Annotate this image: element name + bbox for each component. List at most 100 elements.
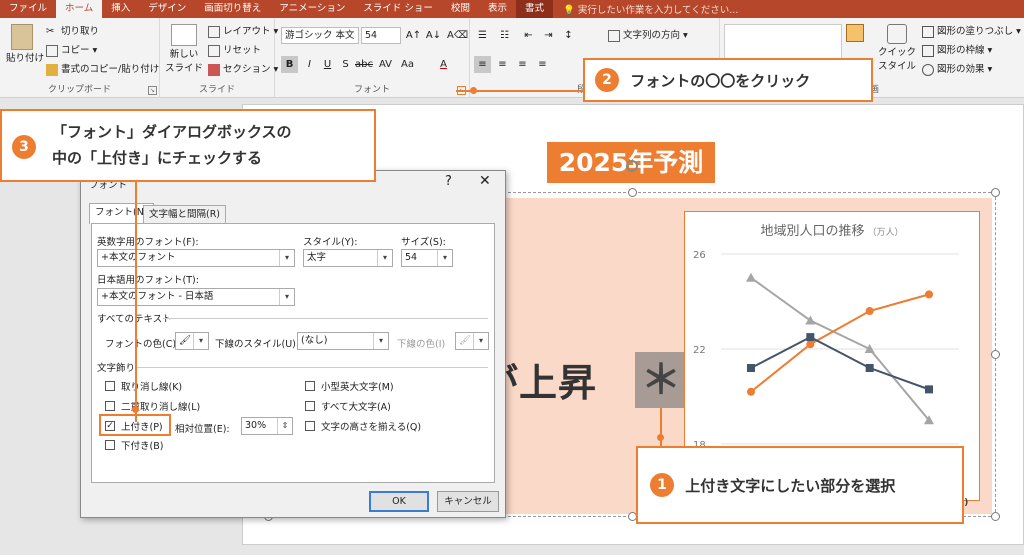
cut-button[interactable]: ✂ 切り取り (46, 23, 99, 38)
quick-styles-button[interactable]: クイック スタイル (876, 24, 918, 72)
tab-file[interactable]: ファイル (0, 0, 56, 18)
shape-effects-button[interactable]: 図形の効果 ▾ (922, 61, 992, 76)
italic-icon[interactable]: I (301, 56, 318, 73)
tab-design[interactable]: デザイン (139, 0, 195, 18)
bold-icon[interactable]: B (281, 56, 298, 73)
asian-font-select[interactable]: +本文のフォント - 日本語 ▾ (97, 288, 295, 306)
strikethrough-checkbox[interactable] (105, 381, 115, 391)
data-point (865, 307, 874, 315)
subscript-label: 下付き(B) (121, 441, 164, 452)
close-icon[interactable]: ✕ (479, 173, 491, 189)
format-painter-label: 書式のコピー/貼り付け (61, 64, 160, 75)
ok-button[interactable]: OK (369, 491, 429, 512)
reset-button[interactable]: リセット (208, 42, 261, 57)
underline-style-select[interactable]: (なし) ▾ (297, 332, 389, 350)
shrink-font-icon[interactable]: A↓ (425, 27, 442, 44)
spinner-icon: ⇕ (277, 418, 292, 434)
series-line-1 (750, 293, 930, 393)
effects-icon (922, 63, 934, 76)
paint-bucket-icon (922, 25, 934, 38)
data-point (746, 272, 756, 282)
small-caps-checkbox[interactable] (305, 381, 315, 391)
align-right-icon[interactable]: ≡ (514, 56, 531, 73)
clear-format-icon[interactable]: A⌫ (447, 27, 468, 44)
numbering-icon[interactable]: ☷ (496, 27, 513, 44)
layout-button[interactable]: レイアウト ▾ (208, 23, 278, 38)
paint-bucket-icon: 🖌 (459, 335, 472, 346)
format-painter-button[interactable]: 書式のコピー/貼り付け (46, 61, 159, 76)
shadow-icon[interactable]: S (337, 56, 354, 73)
new-slide-button[interactable]: 新しい スライド (164, 24, 204, 74)
tab-home[interactable]: ホーム (56, 0, 103, 18)
resize-handle-top[interactable] (628, 188, 637, 197)
tab-animations[interactable]: アニメーション (270, 0, 354, 18)
align-center-icon[interactable]: ≡ (494, 56, 511, 73)
strikethrough-icon[interactable]: abc (355, 56, 373, 73)
subscript-checkbox[interactable] (105, 440, 115, 450)
justify-icon[interactable]: ≡ (534, 56, 551, 73)
tab-view[interactable]: 表示 (479, 0, 516, 18)
increase-indent-icon[interactable]: ⇥ (540, 27, 557, 44)
align-left-icon[interactable]: ≡ (474, 56, 491, 73)
tab-format[interactable]: 書式 (515, 0, 553, 18)
text-direction-button[interactable]: 文字列の方向 ▾ (608, 27, 688, 42)
data-point (806, 333, 815, 342)
tab-transitions[interactable]: 画面切り替え (195, 0, 270, 18)
connector-line (660, 408, 662, 448)
quick-style-label-2: スタイル (877, 61, 916, 72)
section-icon (208, 63, 220, 76)
resize-handle-bottom-right[interactable] (991, 512, 1000, 521)
reset-icon (208, 44, 220, 57)
all-caps-label: すべて大文字(A) (321, 402, 391, 413)
clipboard-launcher-icon[interactable]: ↘ (148, 86, 157, 95)
double-strikethrough-checkbox[interactable] (105, 401, 115, 411)
shape-fill-button[interactable]: 図形の塗りつぶし ▾ (922, 23, 1021, 38)
tab-char-spacing[interactable]: 文字幅と間隔(R) (143, 205, 227, 223)
callout-text: フォントの〇〇をクリック (630, 71, 811, 90)
tab-slideshow[interactable]: スライド ショー (354, 0, 442, 18)
data-point (925, 385, 933, 394)
size-select[interactable]: 54 ▾ (401, 249, 453, 267)
resize-handle-right[interactable] (991, 350, 1000, 359)
rotate-handle-icon[interactable] (626, 160, 638, 172)
font-color-icon[interactable]: A (435, 56, 452, 73)
decrease-indent-icon[interactable]: ⇤ (520, 27, 537, 44)
change-case-icon[interactable]: Aa (399, 56, 416, 73)
callout-step-3: 3 「フォント」ダイアログボックスの 中の「上付き」にチェックする (0, 109, 376, 182)
line-spacing-icon[interactable]: ↕ (560, 27, 577, 44)
shape-outline-button[interactable]: 図形の枠線 ▾ (922, 42, 992, 57)
new-slide-label-2: スライド (164, 63, 203, 74)
paste-button[interactable]: 貼り付け (6, 24, 44, 64)
grow-font-icon[interactable]: A↑ (405, 27, 422, 44)
underline-icon[interactable]: U (319, 56, 336, 73)
help-icon[interactable]: ? (445, 174, 452, 189)
offset-spinner[interactable]: 30% ⇕ (241, 417, 293, 435)
underline-color-picker[interactable]: 🖌 ▾ (455, 332, 489, 350)
equalize-height-checkbox[interactable] (305, 421, 315, 431)
latin-font-select[interactable]: +本文のフォント ▾ (97, 249, 295, 267)
y-tick-label: 26 (693, 250, 706, 261)
tell-me-search[interactable]: 💡 実行したい作業を入力してください... (563, 2, 738, 16)
step-number: 3 (12, 135, 36, 159)
style-value: 太字 (307, 252, 327, 263)
copy-button[interactable]: コピー ▾ (46, 42, 97, 57)
style-select[interactable]: 太字 ▾ (303, 249, 393, 267)
all-caps-checkbox[interactable] (305, 401, 315, 411)
font-color-picker[interactable]: 🖌 ▾ (175, 332, 209, 350)
callout-text: 上付き文字にしたい部分を選択 (685, 476, 896, 495)
char-spacing-icon[interactable]: AV (377, 56, 394, 73)
tab-insert[interactable]: 挿入 (102, 0, 139, 18)
chevron-down-icon: ▾ (193, 333, 208, 349)
font-size-combo[interactable]: 54 (361, 27, 401, 44)
arrange-button[interactable] (846, 24, 876, 44)
tab-review[interactable]: 校閲 (442, 0, 479, 18)
cancel-button[interactable]: キャンセル (437, 491, 499, 512)
bullets-icon[interactable]: ☰ (474, 27, 491, 44)
font-name-combo[interactable]: 游ゴシック 本文 (281, 27, 359, 44)
resize-handle-top-right[interactable] (991, 188, 1000, 197)
cut-label: 切り取り (61, 26, 100, 37)
data-point (806, 340, 815, 349)
section-button[interactable]: セクション ▾ (208, 61, 278, 76)
selected-asterisk[interactable]: ＊ (635, 352, 687, 408)
latin-font-label: 英数字用のフォント(F): (97, 237, 199, 248)
